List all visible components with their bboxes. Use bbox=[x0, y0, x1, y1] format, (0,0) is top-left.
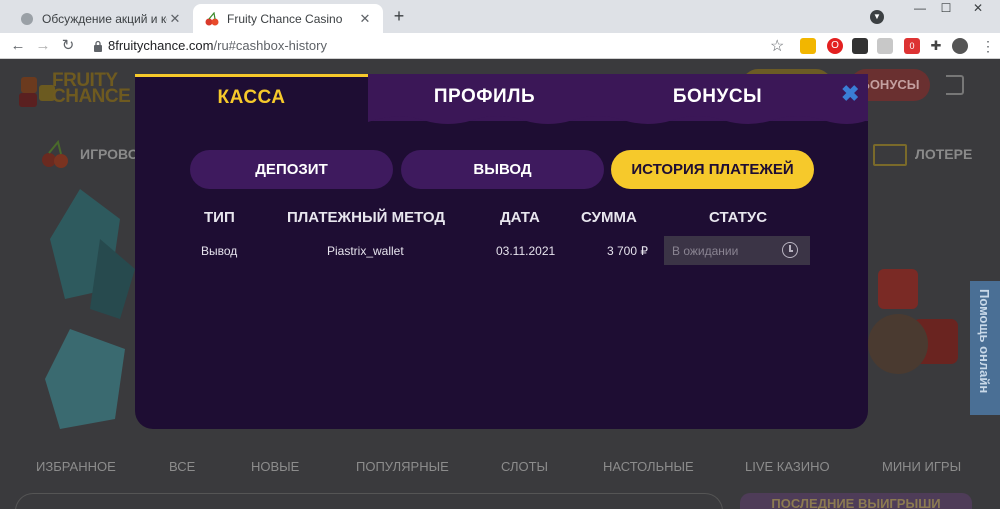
last-winners-title: ПОСЛЕДНИЕ ВЫИГРЫШИ bbox=[740, 493, 972, 509]
tab-cashbox[interactable]: КАССА bbox=[135, 74, 368, 121]
column-header-method: ПЛАТЕЖНЫЙ МЕТОД bbox=[287, 209, 446, 226]
profile-avatar-icon[interactable] bbox=[952, 38, 968, 54]
puzzle-extensions-icon[interactable]: ✚ bbox=[928, 38, 944, 54]
category-table[interactable]: НАСТОЛЬНЫЕ bbox=[603, 459, 694, 474]
category-new[interactable]: НОВЫЕ bbox=[251, 459, 299, 474]
cashbox-modal: КАССА ПРОФИЛЬ БОНУСЫ ✖ ДЕПОЗИТ ВЫВОД ИСТ… bbox=[135, 74, 868, 429]
tab-title: Fruity Chance Casino bbox=[227, 11, 343, 26]
category-popular[interactable]: ПОПУЛЯРНЫЕ bbox=[356, 459, 449, 474]
mask-extension-icon[interactable] bbox=[852, 38, 868, 54]
close-icon[interactable]: ✖ bbox=[841, 81, 859, 107]
site-logo-text: FRUITY CHANCE bbox=[52, 70, 131, 107]
bookmark-star-icon[interactable]: ☆ bbox=[770, 36, 784, 56]
payment-history-button[interactable]: ИСТОРИЯ ПЛАТЕЖЕЙ bbox=[611, 150, 814, 189]
category-lottery-label[interactable]: ЛОТЕРЕ bbox=[915, 146, 972, 162]
column-header-date: ДАТА bbox=[500, 209, 540, 226]
withdraw-button[interactable]: ВЫВОД bbox=[401, 150, 604, 189]
tab-search-icon[interactable]: ▼ bbox=[870, 10, 884, 24]
help-online-tab[interactable]: Помощь онлайн bbox=[970, 281, 1000, 415]
close-window-button[interactable]: ✕ bbox=[955, 0, 1000, 16]
tab-profile[interactable]: ПРОФИЛЬ bbox=[368, 74, 601, 121]
cell-method: Piastrix_wallet bbox=[327, 244, 404, 258]
url-host: 8fruitychance.com bbox=[108, 38, 214, 53]
cherry-favicon-icon bbox=[205, 11, 219, 25]
column-header-status: СТАТУС bbox=[709, 209, 768, 226]
deposit-button[interactable]: ДЕПОЗИТ bbox=[190, 150, 393, 189]
category-all[interactable]: ВСЕ bbox=[169, 459, 195, 474]
category-slots[interactable]: СЛОТЫ bbox=[501, 459, 548, 474]
cell-type: Вывод bbox=[201, 244, 238, 258]
lottery-ticket-icon bbox=[873, 144, 907, 166]
close-tab-icon[interactable]: ✕ bbox=[167, 11, 183, 27]
login-icon[interactable] bbox=[946, 75, 964, 95]
browser-tab-casino[interactable]: Fruity Chance Casino ✕ bbox=[193, 4, 383, 33]
reload-icon[interactable]: ↻ bbox=[58, 36, 78, 56]
category-live-casino[interactable]: LIVE КАЗИНО bbox=[745, 459, 830, 474]
dice-decoration-icon bbox=[868, 269, 958, 374]
new-tab-button[interactable]: + bbox=[390, 6, 408, 27]
tab-bonuses[interactable]: БОНУСЫ bbox=[601, 74, 834, 121]
clock-icon bbox=[782, 242, 798, 258]
bookmark-extension-icon[interactable] bbox=[800, 38, 816, 54]
forum-favicon-icon bbox=[21, 12, 33, 25]
column-header-amount: СУММА bbox=[581, 209, 637, 226]
browser-menu-icon[interactable]: ⋮ bbox=[980, 38, 996, 54]
browser-tab-forum[interactable]: Обсуждение акций и конкурсов ✕ bbox=[8, 4, 193, 33]
cherry-icon bbox=[42, 139, 68, 168]
games-search-input[interactable] bbox=[15, 493, 723, 509]
opera-extension-icon[interactable]: O bbox=[827, 38, 843, 54]
browser-tab-strip: Обсуждение акций и конкурсов ✕ Fruity Ch… bbox=[0, 0, 1000, 33]
url-path: /ru#cashbox-history bbox=[213, 38, 327, 53]
category-mini-games[interactable]: МИНИ ИГРЫ bbox=[882, 459, 961, 474]
lock-icon[interactable] bbox=[93, 40, 103, 52]
help-online-label: Помощь онлайн bbox=[977, 289, 992, 394]
cell-status: В ожидании bbox=[672, 244, 739, 258]
close-tab-icon[interactable]: ✕ bbox=[357, 11, 373, 27]
url-field[interactable]: 8fruitychance.com/ru#cashbox-history bbox=[108, 38, 327, 53]
cell-date: 03.11.2021 bbox=[496, 244, 556, 258]
tab-title: Обсуждение акций и конкурсов bbox=[42, 11, 167, 26]
column-header-type: ТИП bbox=[204, 209, 235, 226]
shield-extension-icon[interactable] bbox=[877, 38, 893, 54]
cell-amount: 3 700 ₽ bbox=[607, 244, 648, 258]
crystal-decoration-icon bbox=[45, 189, 135, 429]
back-arrow-icon[interactable]: ← bbox=[8, 36, 28, 56]
status-badge: В ожидании bbox=[664, 236, 810, 265]
counter-extension-icon[interactable]: 0 bbox=[904, 38, 920, 54]
forward-arrow-icon[interactable]: → bbox=[33, 36, 53, 56]
category-favorites[interactable]: ИЗБРАННОЕ bbox=[36, 459, 116, 474]
address-bar: ← → ↻ 8fruitychance.com/ru#cashbox-histo… bbox=[0, 33, 1000, 59]
category-games-label[interactable]: ИГРОВО bbox=[80, 146, 139, 162]
